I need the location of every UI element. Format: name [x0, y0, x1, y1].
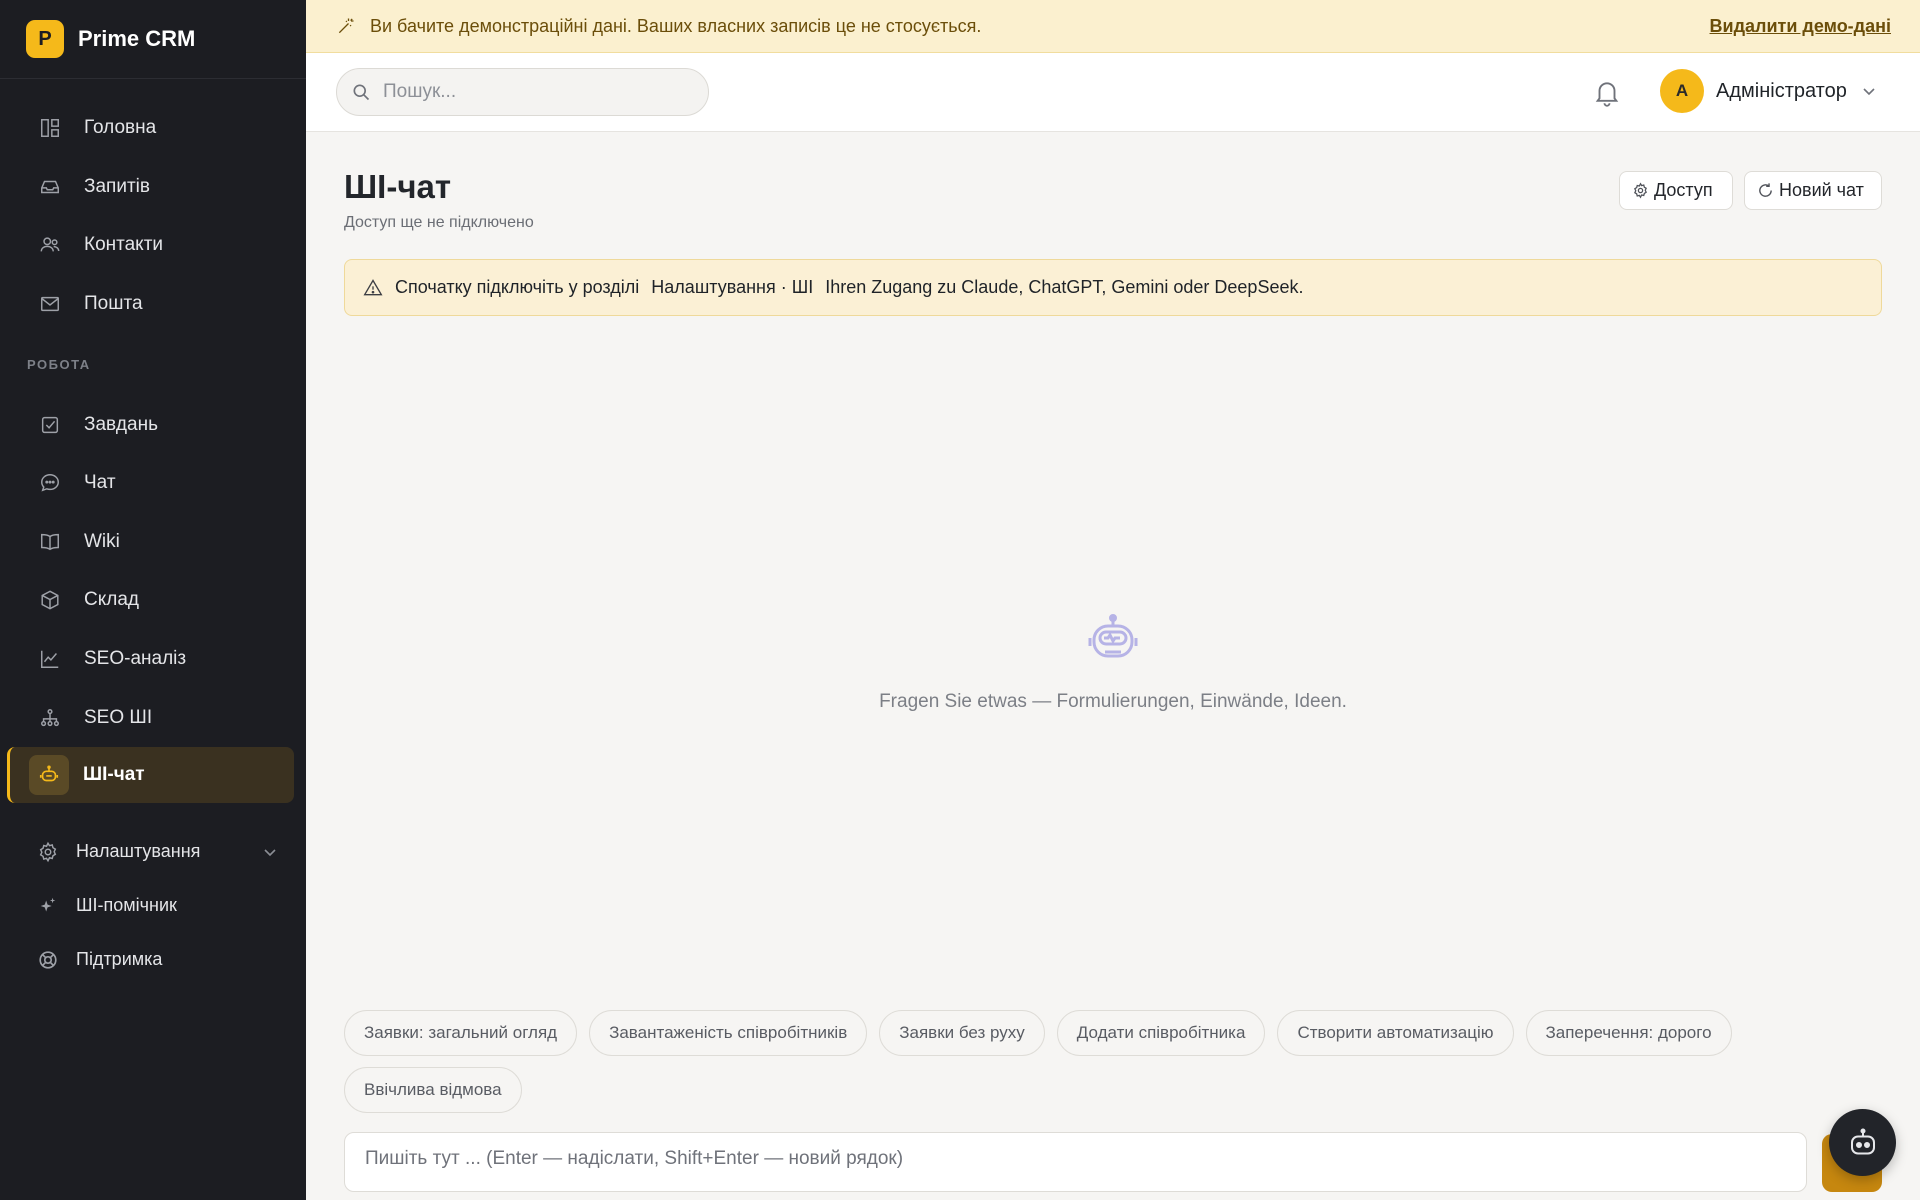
brand[interactable]: P Prime CRM — [0, 0, 306, 79]
avatar: A — [1660, 69, 1704, 113]
sidebar-item-tasks[interactable]: Завдань — [0, 395, 306, 454]
sidebar-item-label: ШІ-чат — [83, 763, 145, 785]
sidebar-item-label: Запитів — [84, 175, 150, 197]
brand-logo: P — [26, 20, 64, 58]
sidebar-item-ai-chat[interactable]: ШІ-чат — [7, 746, 294, 803]
search-icon — [353, 84, 370, 101]
warning-settings-path: Налаштування · ШІ — [651, 277, 814, 297]
refresh-icon — [1759, 183, 1772, 197]
new-chat-button[interactable]: Новий чат — [1744, 171, 1882, 210]
warning-icon — [363, 278, 383, 295]
sidebar-item-label: SEO ШІ — [84, 706, 153, 728]
sidebar-item-label: Склад — [84, 589, 139, 611]
sidebar: P Prime CRM Головна Запитів Контакти Пош… — [0, 0, 306, 1200]
checkbox-icon — [38, 413, 62, 437]
empty-state: Fragen Sie etwas — Formulierungen, Einwä… — [344, 610, 1882, 713]
access-button-label: Доступ — [1654, 180, 1713, 200]
sidebar-item-ai-assistant[interactable]: ШІ-помічник — [0, 879, 306, 933]
warning-text-part1: Спочатку підключіть у розділі — [395, 277, 640, 297]
message-composer — [344, 1132, 1807, 1192]
sidebar-item-seo-ai[interactable]: SEO ШІ — [0, 688, 306, 747]
sidebar-item-home[interactable]: Головна — [0, 99, 306, 158]
sidebar-item-label: SEO-аналіз — [84, 648, 187, 670]
sidebar-item-contacts[interactable]: Контакти — [0, 216, 306, 275]
robot-icon — [1850, 1128, 1875, 1154]
page-subtitle: Доступ ще не підключено — [344, 214, 534, 231]
lifebuoy-icon — [36, 948, 60, 972]
remove-demo-data-link[interactable]: Видалити демо-дані — [1710, 16, 1891, 37]
suggestion-chip[interactable]: Заявки без руху — [879, 1010, 1045, 1056]
suggestion-chips: Заявки: загальний огляд Завантаженість с… — [344, 1010, 1844, 1113]
mail-icon — [38, 292, 62, 316]
suggestion-chip[interactable]: Створити автоматизацію — [1277, 1010, 1514, 1056]
access-button[interactable]: Доступ — [1619, 171, 1733, 210]
empty-state-text: Fragen Sie etwas — Formulierungen, Einwä… — [879, 691, 1347, 712]
sidebar-item-wiki[interactable]: Wiki — [0, 513, 306, 572]
sidebar-item-label: Головна — [84, 117, 157, 139]
network-icon — [38, 706, 62, 730]
robot-icon — [29, 754, 69, 795]
demo-banner-text: Ви бачите демонстраційні дані. Ваших вла… — [370, 15, 982, 36]
page-title: ШІ-чат — [344, 168, 451, 205]
sidebar-item-warehouse[interactable]: Склад — [0, 571, 306, 630]
sidebar-item-settings[interactable]: Налаштування — [0, 825, 306, 879]
box-icon — [38, 588, 62, 612]
sidebar-item-requests[interactable]: Запитів — [0, 158, 306, 217]
section-label-work: РОБОТА — [27, 356, 91, 372]
sparkles-icon — [36, 894, 60, 918]
sidebar-item-seo-analysis[interactable]: SEO-аналіз — [0, 630, 306, 689]
sidebar-item-label: Завдань — [84, 413, 158, 435]
ai-assistant-fab[interactable] — [1829, 1109, 1896, 1176]
line-chart-icon — [38, 647, 62, 671]
dashboard-icon — [38, 116, 62, 140]
book-icon — [38, 530, 62, 554]
brand-name: Prime CRM — [78, 26, 196, 51]
sidebar-item-mail[interactable]: Пошта — [0, 275, 306, 334]
nav-work: Завдань Чат Wiki Склад SEO-аналіз SEO ШІ… — [0, 395, 306, 803]
suggestion-chip[interactable]: Заявки: загальний огляд — [344, 1010, 578, 1056]
warning-banner: Спочатку підключіть у розділі Налаштуван… — [344, 259, 1882, 316]
sidebar-item-label: Wiki — [84, 530, 120, 552]
suggestion-chip[interactable]: Додати співробітника — [1056, 1010, 1266, 1056]
user-name: Адміністратор — [1716, 79, 1847, 102]
search-input[interactable] — [383, 81, 683, 103]
sidebar-item-label: Чат — [84, 472, 116, 494]
robot-icon — [1088, 614, 1138, 658]
inbox-icon — [38, 175, 62, 199]
sidebar-item-support[interactable]: Підтримка — [0, 933, 306, 987]
bell-icon[interactable] — [1592, 77, 1622, 107]
sidebar-item-label: Контакти — [84, 234, 164, 256]
chevron-down-icon — [1863, 88, 1875, 96]
sidebar-item-label: Пошта — [84, 293, 143, 315]
warning-text-part3: Ihren Zugang zu Claude, ChatGPT, Gemini … — [825, 277, 1304, 297]
nav-bottom: Налаштування ШІ-помічник Підтримка — [0, 825, 306, 987]
gear-icon — [36, 840, 60, 864]
chat-bubble-icon — [38, 471, 62, 495]
suggestion-chip[interactable]: Заперечення: дорого — [1525, 1010, 1732, 1056]
search-box[interactable] — [336, 68, 709, 116]
user-menu[interactable]: A Адміністратор — [1660, 69, 1877, 113]
suggestion-chip[interactable]: Завантаженість співробітників — [589, 1010, 868, 1056]
top-header: A Адміністратор — [306, 53, 1920, 132]
message-input[interactable] — [365, 1148, 1806, 1176]
sidebar-item-label: ШІ-помічник — [76, 895, 177, 916]
chevron-down-icon — [264, 849, 276, 857]
demo-banner: Ви бачите демонстраційні дані. Ваших вла… — [306, 0, 1920, 53]
sidebar-item-chat[interactable]: Чат — [0, 454, 306, 513]
magic-wand-icon — [338, 18, 354, 34]
users-icon — [38, 233, 62, 257]
nav-main: Головна Запитів Контакти Пошта — [0, 79, 306, 333]
sidebar-item-label: Підтримка — [76, 949, 163, 970]
new-chat-button-label: Новий чат — [1779, 180, 1864, 200]
gear-icon — [1634, 182, 1647, 199]
suggestion-chip[interactable]: Ввічлива відмова — [344, 1067, 522, 1113]
sidebar-item-label: Налаштування — [76, 841, 201, 862]
